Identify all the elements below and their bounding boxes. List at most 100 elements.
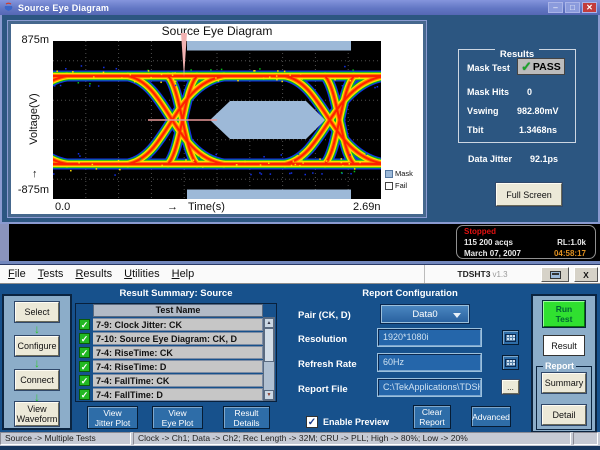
arrow-down-icon: ↓: [4, 323, 70, 335]
clear-report-button[interactable]: Clear Report: [413, 405, 451, 429]
table-scrollbar[interactable]: ▲ ▼: [263, 317, 275, 401]
java-icon: [3, 2, 14, 13]
enable-preview-label: Enable Preview: [323, 417, 389, 427]
hide-app-button[interactable]: [541, 267, 569, 282]
legend-fail: Fail: [385, 181, 407, 190]
view-eye-line1: View: [168, 408, 186, 418]
result-summary-table: Test Name ✓7-9: Clock Jitter: CK✓7-10: S…: [75, 303, 277, 402]
status-bar: Source -> Multiple Tests Clock -> Ch1; D…: [0, 432, 600, 446]
view-jitter-plot-button[interactable]: View Jitter Plot: [87, 406, 138, 429]
scope-edge: [0, 224, 9, 261]
eye-diagram-plot[interactable]: [53, 41, 381, 199]
acquisition-count: 115 200 acqs: [464, 238, 513, 247]
eye-window-titlebar[interactable]: Source Eye Diagram – □ ✕: [0, 0, 600, 15]
table-row[interactable]: ✓7-9: Clock Jitter: CK: [76, 317, 263, 331]
refresh-rate-field[interactable]: 60Hz: [378, 354, 481, 371]
record-length: RL:1.0k: [557, 238, 586, 247]
scrollbar-thumb[interactable]: [264, 328, 274, 362]
acquisition-status-box: Stopped 115 200 acqs RL:1.0k March 07, 2…: [456, 225, 596, 259]
menu-items: FileTestsResultsUtilitiesHelp: [2, 265, 200, 283]
status-source: Source -> Multiple Tests: [0, 432, 131, 445]
test-name: 7-9: Clock Jitter: CK: [93, 318, 263, 331]
report-file-field[interactable]: C:\TekApplications\TDSHT: [378, 379, 481, 396]
scroll-up-icon[interactable]: ▲: [264, 318, 274, 328]
enable-preview-checkbox[interactable]: ✓: [306, 416, 318, 428]
view-waveform-button[interactable]: View Waveform: [15, 402, 59, 426]
y-axis-label: Voltage(V): [28, 84, 40, 154]
app-name: TDSHT3: [457, 269, 490, 279]
table-row[interactable]: ✓7-4: FallTime: D: [76, 387, 263, 401]
arrow-down-icon: ↓: [4, 357, 70, 369]
x-tick-right: 2.69n: [353, 201, 381, 213]
menu-utilities[interactable]: Utilities: [118, 268, 165, 280]
configure-button[interactable]: Configure: [15, 336, 59, 356]
fail-legend-swatch: [385, 182, 393, 190]
menu-help[interactable]: Help: [166, 268, 201, 280]
test-name-column-header: Test Name: [93, 304, 263, 317]
app-version: v1.3: [492, 270, 507, 279]
x-tick-left: 0.0: [55, 201, 70, 213]
detail-button[interactable]: Detail: [542, 405, 586, 425]
advanced-button[interactable]: Advanced: [471, 406, 511, 427]
scroll-down-icon[interactable]: ▼: [264, 390, 274, 400]
results-group: Results Mask Test ✓ PASS Mask Hits 0 Vsw…: [458, 49, 576, 143]
legend-mask: Mask: [385, 169, 413, 178]
clear-report-line2: Report: [419, 417, 445, 427]
scope-time: 04:58:17: [554, 249, 586, 258]
maximize-icon[interactable]: □: [565, 2, 580, 13]
close-app-button[interactable]: X: [574, 267, 598, 282]
pair-dropdown[interactable]: Data0: [381, 305, 469, 323]
connect-button[interactable]: Connect: [15, 370, 59, 390]
resolution-field[interactable]: 1920*1080i: [378, 329, 481, 346]
select-button[interactable]: Select: [15, 302, 59, 322]
pair-value: Data0: [412, 309, 437, 320]
menu-file[interactable]: File: [2, 268, 32, 280]
menu-results[interactable]: Results: [69, 268, 118, 280]
clear-report-line1: Clear: [422, 407, 442, 417]
full-screen-button[interactable]: Full Screen: [496, 183, 562, 206]
view-eye-plot-button[interactable]: View Eye Plot: [152, 406, 203, 429]
test-name: 7-4: RiseTime: CK: [93, 346, 263, 359]
table-row[interactable]: ✓7-4: FallTime: CK: [76, 373, 263, 387]
summary-button[interactable]: Summary: [542, 373, 586, 393]
y-tick-top: 875m: [15, 34, 49, 46]
table-row[interactable]: ✓7-4: RiseTime: D: [76, 359, 263, 373]
refresh-keypad-button[interactable]: [502, 355, 519, 370]
table-row[interactable]: ✓7-10: Source Eye Diagram: CK, D: [76, 331, 263, 345]
eye-plot-panel: Source Eye Diagram 875m -875m Voltage(V)…: [8, 21, 426, 217]
chevron-down-icon: [453, 313, 461, 318]
test-name: 7-4: FallTime: D: [93, 388, 263, 401]
bottom-edge: [0, 446, 600, 450]
view-jitter-line1: View: [103, 408, 121, 418]
menu-tests[interactable]: Tests: [32, 268, 70, 280]
tbit-value: 1.3468ns: [519, 125, 557, 135]
minimize-icon[interactable]: –: [548, 2, 563, 13]
eye-diagram-window: Source Eye Diagram – □ ✕ Source Eye Diag…: [0, 0, 600, 224]
result-summary-title: Result Summary: Source: [75, 288, 277, 299]
vswing-value: 982.80mV: [517, 106, 559, 116]
vswing-label: Vswing: [467, 106, 499, 116]
view-waveform-line1: View: [27, 404, 46, 414]
scope-date: March 07, 2007: [464, 249, 521, 258]
cursor-marker[interactable]: [181, 33, 187, 77]
legend-fail-label: Fail: [395, 181, 407, 190]
data-jitter-label: Data Jitter: [468, 154, 512, 164]
result-details-line2: Details: [234, 418, 260, 428]
run-test-button[interactable]: Run Test: [543, 301, 585, 327]
browse-button[interactable]: ...: [502, 380, 519, 394]
close-icon[interactable]: ✕: [582, 2, 597, 13]
x-axis-arrow-icon: →: [167, 201, 178, 213]
result-details-button[interactable]: Result Details: [223, 406, 270, 429]
report-config-title: Report Configuration: [300, 288, 520, 299]
resolution-keypad-button[interactable]: [502, 330, 519, 345]
view-eye-line2: Eye Plot: [162, 418, 194, 428]
screen: Source Eye Diagram – □ ✕ Source Eye Diag…: [0, 0, 600, 450]
y-tick-bottom: -875m: [11, 184, 49, 196]
refresh-rate-label: Refresh Rate: [298, 359, 357, 370]
table-row[interactable]: ✓7-4: RiseTime: CK: [76, 345, 263, 359]
plot-title: Source Eye Diagram: [11, 24, 423, 38]
scope-status-strip: Stopped 115 200 acqs RL:1.0k March 07, 2…: [0, 224, 600, 261]
result-button[interactable]: Result: [543, 335, 585, 356]
x-axis-label: Time(s): [188, 201, 225, 213]
report-file-label: Report File: [298, 384, 348, 395]
